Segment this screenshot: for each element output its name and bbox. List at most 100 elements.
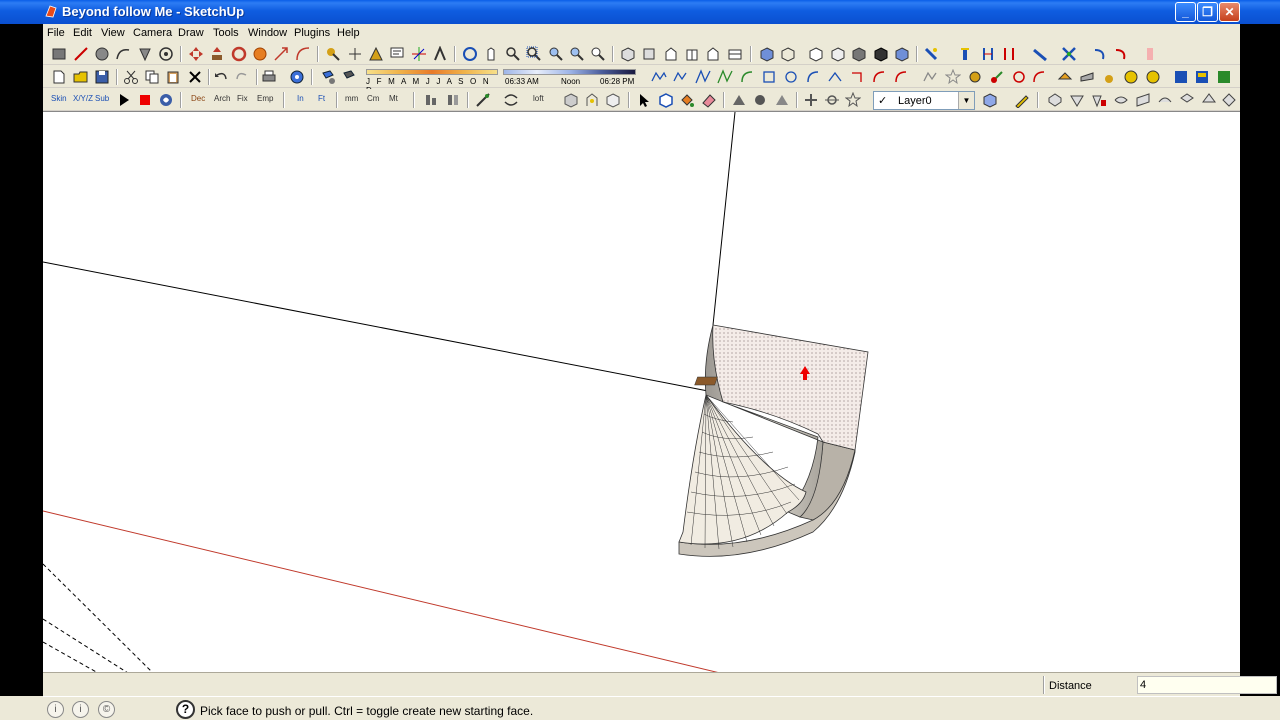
plugin-tool-icon[interactable] [1061, 46, 1077, 62]
section-plane-icon[interactable] [894, 46, 910, 62]
previous-view-icon[interactable] [569, 46, 585, 62]
menu-camera[interactable]: Camera [133, 27, 172, 39]
menu-edit[interactable]: Edit [73, 27, 92, 39]
shaded-icon[interactable] [830, 46, 846, 62]
plugin-tool-icon[interactable] [1173, 69, 1189, 85]
wireframe-icon[interactable] [780, 46, 796, 62]
star-icon[interactable] [944, 68, 962, 85]
polygon-icon[interactable] [137, 46, 153, 62]
plugin-tool-icon[interactable] [1216, 69, 1232, 85]
menu-tools[interactable]: Tools [213, 27, 239, 39]
copy-icon[interactable] [144, 69, 160, 85]
sandbox-icon[interactable] [695, 69, 711, 85]
plugin-tool-icon[interactable] [957, 46, 973, 62]
fix-units-button[interactable]: Fix [237, 94, 248, 103]
erase-icon[interactable] [187, 69, 203, 85]
new-file-icon[interactable] [51, 69, 67, 85]
paste-icon[interactable] [165, 69, 181, 85]
stop-icon[interactable] [137, 92, 153, 108]
selected-top-face[interactable] [712, 324, 869, 451]
menu-file[interactable]: File [47, 27, 65, 39]
measurements-input[interactable]: 4 [1137, 676, 1277, 694]
move-icon[interactable] [188, 46, 204, 62]
plugin-tool-icon[interactable] [1142, 46, 1158, 62]
date-slider-track[interactable] [366, 69, 498, 75]
circle-icon[interactable] [94, 46, 110, 62]
pencil-icon[interactable] [1014, 92, 1030, 109]
model-canvas[interactable] [43, 112, 1240, 672]
paint-bucket-icon[interactable] [679, 92, 695, 108]
plugin-tool-icon[interactable] [1032, 46, 1048, 62]
shadows-icon[interactable] [320, 69, 336, 85]
plugin-tool-icon[interactable] [824, 92, 840, 108]
play-icon[interactable] [116, 92, 132, 108]
pan-icon[interactable] [483, 46, 499, 62]
plugin-tool-icon[interactable] [1101, 69, 1117, 85]
plugin-tool-icon[interactable] [1145, 69, 1161, 85]
iso-view-icon[interactable] [620, 46, 636, 62]
plugin-tool-icon[interactable] [731, 92, 747, 108]
arc-icon[interactable] [871, 69, 887, 85]
redo-icon[interactable] [234, 69, 250, 85]
hidden-line-icon[interactable] [808, 46, 824, 62]
plugin-tool-icon[interactable] [1091, 92, 1107, 108]
plugin-tool-icon[interactable] [1079, 69, 1095, 85]
dimension-icon[interactable] [347, 46, 363, 62]
line-icon[interactable] [923, 69, 939, 85]
shadow-settings-icon[interactable] [341, 69, 357, 85]
circle-icon[interactable] [783, 69, 799, 85]
follow-me-icon[interactable] [252, 46, 268, 62]
time-slider-track[interactable] [503, 69, 636, 75]
plugin-tool-icon[interactable] [1057, 69, 1073, 85]
plugin-tool-icon[interactable] [1221, 92, 1237, 108]
plugin-tool-icon[interactable] [605, 92, 621, 108]
model-info-icon[interactable] [289, 69, 305, 85]
plugin-tool-icon[interactable] [584, 92, 600, 108]
3d-text-icon[interactable] [432, 45, 448, 62]
shadow-date-slider[interactable]: J F M A M J J A S O N D [366, 67, 498, 95]
plugin-tool-icon[interactable] [752, 92, 768, 108]
menu-window[interactable]: Window [248, 27, 287, 39]
help-icon[interactable]: ? [176, 700, 195, 719]
make-component-icon[interactable] [658, 92, 674, 108]
mm-units-button[interactable]: mm [345, 94, 358, 103]
plugin-tool-icon[interactable] [1113, 46, 1129, 62]
line-icon[interactable] [73, 46, 89, 62]
plugin-tool-icon[interactable] [503, 92, 519, 108]
minimize-button[interactable]: _ [1175, 2, 1196, 22]
plugin-tool-icon[interactable] [1069, 92, 1085, 108]
plugin-tool-icon[interactable] [1194, 69, 1210, 85]
plugin-tool-icon[interactable] [1113, 92, 1129, 108]
dec-units-button[interactable]: Dec [191, 94, 205, 103]
plugin-tool-icon[interactable] [563, 92, 579, 108]
sign-in-icon[interactable]: © [98, 701, 115, 718]
axes-icon[interactable] [411, 46, 427, 62]
geo-location-icon[interactable]: i [47, 701, 64, 718]
layer-manager-icon[interactable] [982, 92, 998, 108]
select-icon[interactable] [636, 92, 652, 108]
menu-draw[interactable]: Draw [178, 27, 204, 39]
feet-units-button[interactable]: Ft [318, 94, 325, 103]
sub-tool-button[interactable]: Sub [95, 94, 109, 103]
zoom-extents-icon[interactable] [548, 46, 564, 62]
left-view-icon[interactable] [727, 46, 743, 62]
zoom-window-icon[interactable] [526, 46, 542, 62]
plugin-tool-icon[interactable] [1157, 92, 1173, 108]
scale-icon[interactable] [273, 46, 289, 62]
plugin-tool-icon[interactable] [1092, 46, 1108, 62]
shadow-time-slider[interactable]: 06:33 AM Noon 06:28 PM [503, 67, 636, 87]
arc-icon[interactable] [893, 69, 909, 85]
plugin-tool-icon[interactable] [1179, 92, 1195, 108]
rectangle-icon[interactable] [761, 69, 777, 85]
plugin-tool-icon[interactable] [1123, 69, 1139, 85]
shaded-textures-icon[interactable] [851, 46, 867, 62]
arch-units-button[interactable]: Arch [214, 94, 230, 103]
push-pull-icon[interactable] [209, 46, 225, 62]
arc-icon[interactable] [115, 46, 131, 62]
plugin-tool-icon[interactable] [1201, 92, 1217, 108]
plugin-tool-icon[interactable] [967, 69, 983, 85]
plugin-tool-icon[interactable] [1031, 69, 1047, 85]
inch-units-button[interactable]: In [297, 94, 304, 103]
monochrome-icon[interactable] [873, 46, 889, 62]
freehand-icon[interactable] [158, 46, 174, 62]
